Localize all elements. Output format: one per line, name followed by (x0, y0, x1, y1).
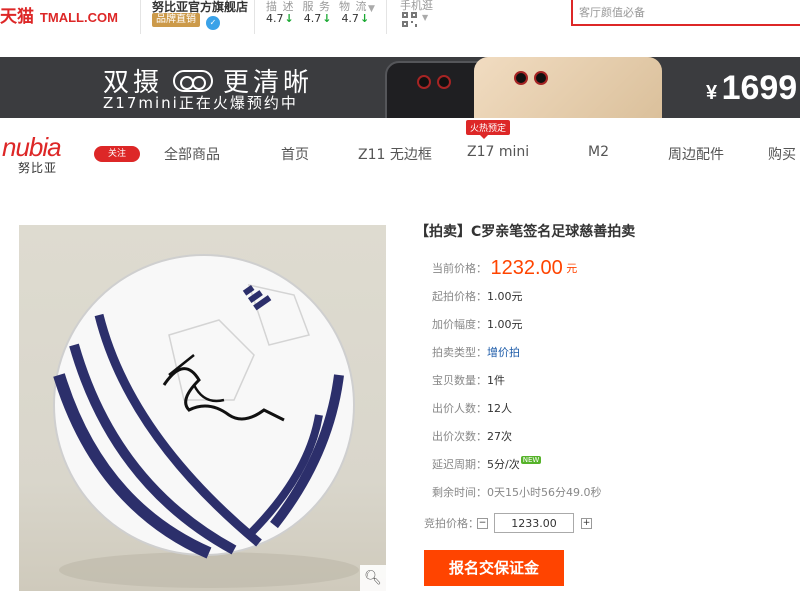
camera-lens (417, 75, 431, 89)
info-row-auction-type: 拍卖类型：增价拍 (432, 344, 520, 360)
info-value: 0天15小时56分49.0秒 (487, 486, 602, 499)
arrow-down-icon: ↓ (284, 12, 294, 25)
qr-code-icon[interactable] (402, 12, 417, 27)
info-row-start-price: 起拍价格：1.00元 (432, 288, 523, 304)
info-row-increment: 加价幅度：1.00元 (432, 316, 523, 332)
info-label: 出价次数： (432, 430, 487, 443)
follow-button[interactable]: 关注 (94, 146, 140, 162)
info-label: 起拍价格： (432, 290, 487, 303)
store-badge: 品牌直销 (152, 13, 200, 27)
rating-score: 4.7↓ (266, 12, 294, 25)
divider (386, 0, 387, 34)
bid-label: 竞拍价格： (424, 517, 479, 530)
price-value: 1699 (721, 69, 798, 107)
info-label: 宝贝数量： (432, 374, 487, 387)
rating-value: 4.7 (341, 12, 359, 25)
info-value: 1.00元 (487, 290, 523, 303)
camera-lens (437, 75, 451, 89)
search-input[interactable] (579, 6, 779, 19)
top-header: 天猫 TMALL.COM 努比亚官方旗舰店 品牌直销 ✓ 描 述 服 务 物 流… (0, 0, 800, 56)
info-value: 12人 (487, 402, 512, 415)
arrow-down-icon: ↓ (322, 12, 332, 25)
info-value: 5分/次 (487, 458, 520, 471)
nav-item-z11[interactable]: Z11 无边框 (358, 144, 432, 164)
hot-badge: 火热预定 (466, 120, 511, 139)
info-label: 加价幅度： (432, 318, 487, 331)
rating-value: 4.7 (266, 12, 284, 25)
nav-item-z17-mini[interactable]: Z17 mini (467, 144, 529, 160)
banner-subtitle: Z17mini正在火爆预约中 (103, 94, 298, 112)
nav-item-buy[interactable]: 购买 (768, 144, 796, 164)
banner-price: ¥ 1699 (706, 69, 797, 108)
current-price: 1232.00 (490, 257, 563, 279)
tmall-logo[interactable]: 天猫 TMALL.COM (0, 2, 118, 27)
nav-item-home[interactable]: 首页 (281, 144, 309, 164)
chevron-down-icon[interactable]: ▼ (368, 4, 375, 14)
new-badge: NEW (520, 456, 542, 464)
camera-lens (514, 71, 528, 85)
bid-decrement-button[interactable]: − (477, 518, 488, 529)
info-label: 剩余时间： (432, 486, 487, 499)
info-row-quantity: 宝贝数量：1件 (432, 372, 505, 388)
info-label: 拍卖类型： (432, 346, 487, 359)
camera-lens (534, 71, 548, 85)
info-label: 出价人数： (432, 402, 487, 415)
nubia-logo-cn: 努比亚 (18, 161, 58, 175)
info-row-delay: 延迟周期：5分/次 NEW (432, 456, 542, 472)
rating-value: 4.7 (303, 12, 322, 25)
info-value: 1件 (487, 374, 505, 387)
register-deposit-button[interactable]: 报名交保证金 (424, 550, 564, 586)
current-price-unit: 元 (566, 262, 578, 275)
product-title: 【拍卖】C罗亲笔签名足球慈善拍卖 (415, 224, 636, 240)
dual-camera-icon (173, 69, 214, 92)
info-row-remaining-time: 剩余时间：0天15小时56分49.0秒 (432, 484, 602, 500)
chevron-down-icon[interactable]: ▼ (422, 13, 428, 22)
page: 天猫 TMALL.COM 努比亚官方旗舰店 品牌直销 ✓ 描 述 服 务 物 流… (0, 0, 800, 592)
chat-icon[interactable]: ✓ (206, 16, 220, 30)
price-currency: ¥ (706, 82, 718, 104)
info-label: 延迟周期： (432, 458, 487, 471)
nav-item-accessories[interactable]: 周边配件 (668, 144, 724, 164)
rating-score: 4.7↓ (304, 12, 332, 25)
nav-item-m2[interactable]: M2 (588, 144, 609, 160)
nav-item-all-products[interactable]: 全部商品 (164, 144, 220, 164)
info-row-bid-count: 出价次数：27次 (432, 428, 512, 444)
bid-increment-button[interactable]: + (581, 518, 592, 529)
info-value: 27次 (487, 430, 512, 443)
info-row-bidders: 出价人数：12人 (432, 400, 512, 416)
store-nav: nubia 努比亚 关注 全部商品 首页 Z11 无边框 火热预定 Z17 mi… (0, 118, 800, 184)
promo-banner[interactable]: 双摄 更清晰 Z17mini正在火爆预约中 ¥ 1699 (0, 57, 800, 118)
soccer-ball-illustration (53, 254, 359, 588)
product-image[interactable]: 🔍︎ (19, 225, 386, 591)
tmall-logo-cn: 天猫 (0, 7, 34, 27)
current-price-row: 当前价格： 1232.00 元 (432, 257, 577, 280)
ratings-scores[interactable]: 4.7↓ 4.7↓ 4.7↓ (266, 12, 369, 25)
rating-score: 4.7↓ (341, 12, 369, 25)
divider (140, 0, 141, 34)
divider (254, 0, 255, 34)
info-value: 1.00元 (487, 318, 523, 331)
phone-gold-image (474, 57, 662, 118)
zoom-icon[interactable]: 🔍︎ (360, 565, 386, 591)
bid-input[interactable] (494, 513, 574, 533)
tmall-logo-en: TMALL.COM (39, 10, 118, 25)
current-price-label: 当前价格： (432, 262, 487, 275)
search-box (571, 0, 800, 26)
info-value[interactable]: 增价拍 (487, 346, 520, 359)
